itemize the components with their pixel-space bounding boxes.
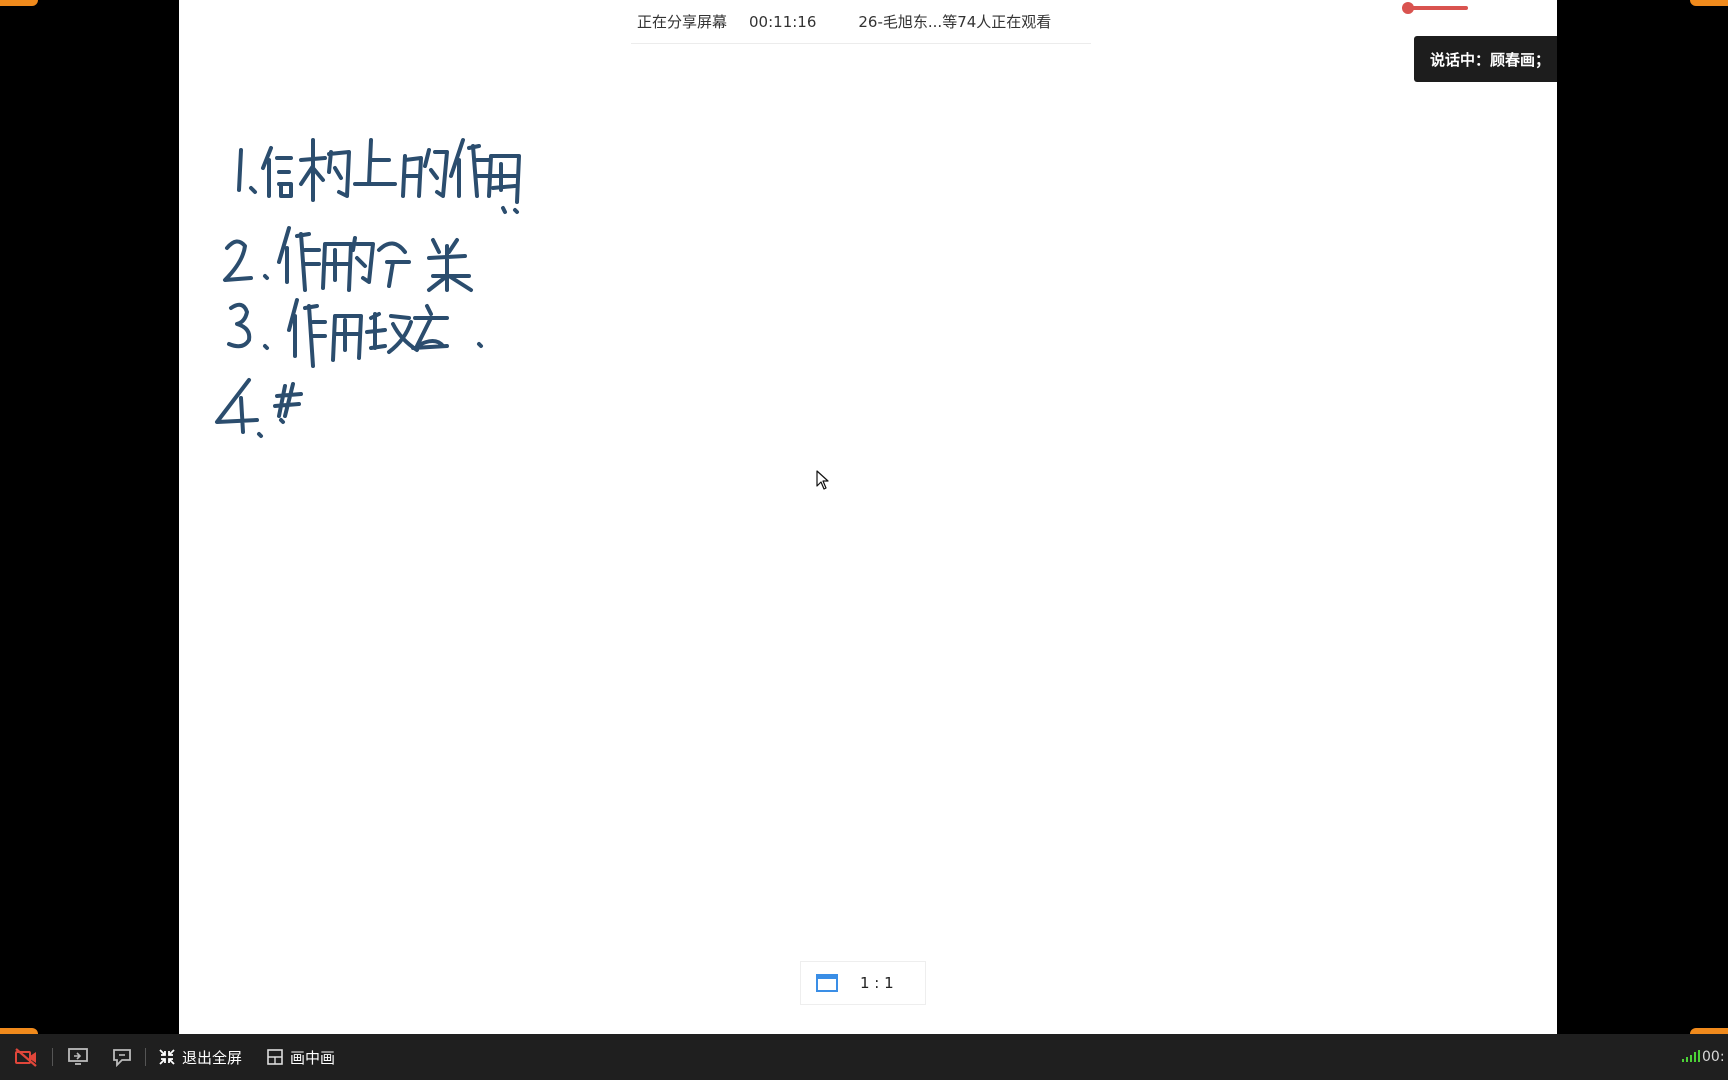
handwritten-line-3 [227, 298, 483, 368]
picture-in-picture-label: 画中画 [290, 1048, 336, 1067]
picture-in-picture-icon [267, 1049, 283, 1065]
corner-marker-top-right [1690, 0, 1728, 6]
window-icon [816, 974, 838, 992]
screen-share-icon [68, 1048, 88, 1065]
annotate-button[interactable] [111, 1034, 133, 1080]
camera-off-icon [15, 1048, 37, 1067]
network-signal-icon [1682, 1048, 1700, 1062]
exit-fullscreen-button[interactable]: 退出全屏 [158, 1034, 242, 1080]
viewer-count[interactable]: 26-毛旭东...等74人正在观看 [858, 11, 1051, 32]
clock-text: 00: [1702, 1049, 1725, 1065]
meeting-toolbar: 退出全屏 画中画 [0, 1034, 1728, 1080]
handwritten-line-1 [237, 138, 521, 214]
aspect-ratio-control[interactable]: 1 : 1 [800, 961, 926, 1005]
exit-fullscreen-icon [159, 1049, 175, 1065]
speaking-indicator: 说话中：顾春画； [1414, 36, 1557, 82]
handwritten-line-2 [223, 226, 473, 292]
handwritten-line-4 [215, 378, 303, 438]
mouse-cursor-icon [816, 470, 829, 490]
volume-indicator [1402, 2, 1468, 14]
whiteboard-handwriting [215, 138, 521, 438]
comment-icon [113, 1049, 131, 1067]
camera-toggle-button[interactable] [14, 1034, 38, 1080]
toolbar-divider [145, 1048, 146, 1066]
exit-fullscreen-label: 退出全屏 [182, 1048, 243, 1067]
corner-marker-top-left [0, 0, 38, 6]
aspect-ratio-label: 1 : 1 [860, 974, 894, 992]
toolbar-divider [52, 1048, 53, 1066]
picture-in-picture-button[interactable]: 画中画 [266, 1034, 335, 1080]
shared-screen: 正在分享屏幕 00:11:16 26-毛旭东...等74人正在观看 说话中：顾春… [179, 0, 1557, 1034]
speaking-label: 说话中：顾春画； [1430, 50, 1551, 69]
share-screen-button[interactable] [67, 1034, 89, 1080]
